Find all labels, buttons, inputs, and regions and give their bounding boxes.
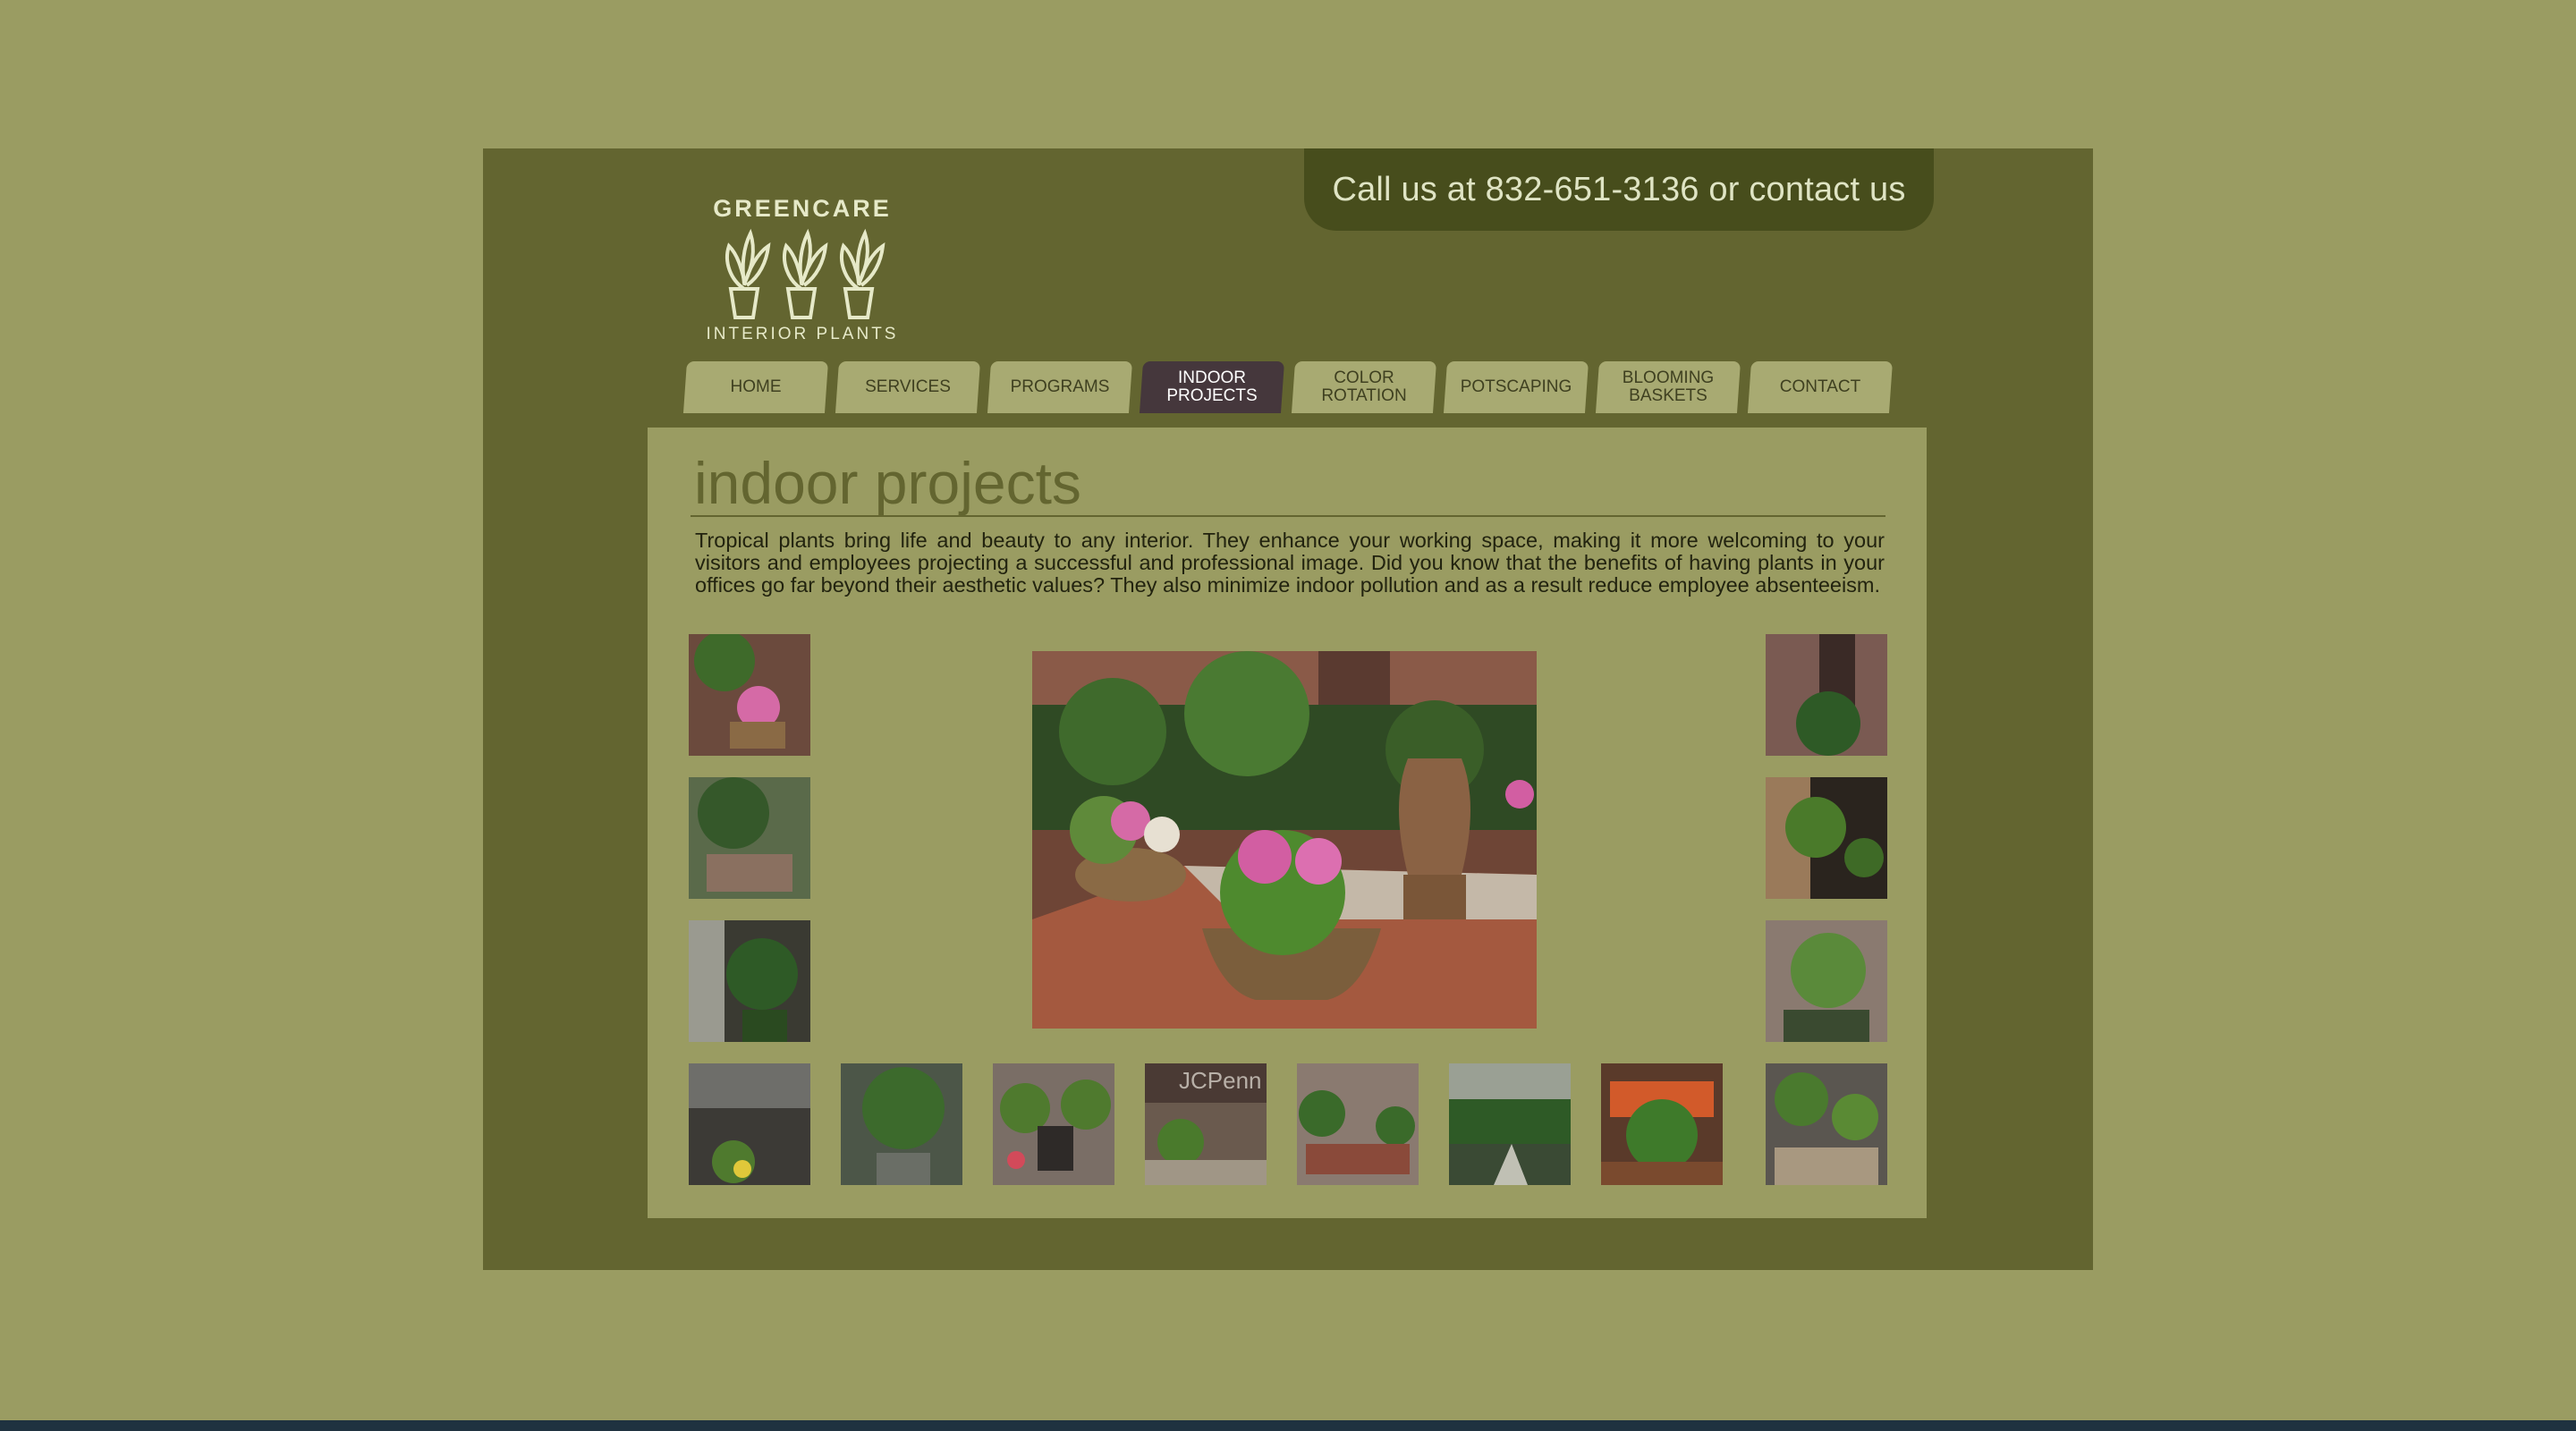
window-bottom-edge [0,1420,2576,1431]
call-text[interactable]: Call us at 832-651-3136 or contact us [1332,171,1905,208]
project-thumbnail-10[interactable] [1601,1063,1723,1185]
project-thumbnail-3[interactable] [689,920,810,1042]
tab-contact[interactable]: CONTACT [1750,361,1891,413]
tab-home[interactable]: HOME [685,361,826,413]
logo-title: GREENCARE [713,195,892,222]
featured-project-photo [1032,651,1537,1029]
tab-blooming-baskets[interactable]: BLOOMING BASKETS [1597,361,1739,413]
page-title: indoor projects [694,450,1081,516]
intro-paragraph: Tropical plants bring life and beauty to… [695,529,1885,597]
site-container: Call us at 832-651-3136 or contact us GR… [483,148,2093,1270]
project-thumbnail-2[interactable] [689,777,810,899]
tab-indoor-projects[interactable]: INDOOR PROJECTS [1141,361,1283,413]
project-thumbnail-6[interactable] [993,1063,1114,1185]
call-banner[interactable]: Call us at 832-651-3136 or contact us [1304,148,1934,231]
project-thumbnail-8[interactable] [1297,1063,1419,1185]
project-thumbnail-5[interactable] [841,1063,962,1185]
project-thumbnail-12[interactable] [1766,634,1887,756]
main-nav: HOME SERVICES PROGRAMS INDOOR PROJECTS CO… [685,361,1893,413]
tab-potscaping[interactable]: POTSCAPING [1445,361,1587,413]
title-divider [691,515,1885,517]
tab-services[interactable]: SERVICES [837,361,979,413]
tab-color-rotation[interactable]: COLOR ROTATION [1293,361,1435,413]
tab-programs[interactable]: PROGRAMS [989,361,1131,413]
logo[interactable]: GREENCARE INTERIOR PLANTS [699,195,905,347]
project-thumbnail-4[interactable] [689,1063,810,1185]
content-panel: indoor projects Tropical plants bring li… [648,428,1927,1218]
project-thumbnail-7[interactable]: JCPenn [1145,1063,1267,1185]
project-thumbnail-9[interactable] [1449,1063,1571,1185]
potted-plants-icon [725,228,886,319]
logo-subtitle: INTERIOR PLANTS [706,325,899,343]
project-thumbnail-1[interactable] [689,634,810,756]
jcpenney-sign-text: JCPenn [1179,1067,1262,1094]
project-thumbnail-13[interactable] [1766,777,1887,899]
project-thumbnail-14[interactable] [1766,920,1887,1042]
project-thumbnail-11[interactable] [1766,1063,1887,1185]
